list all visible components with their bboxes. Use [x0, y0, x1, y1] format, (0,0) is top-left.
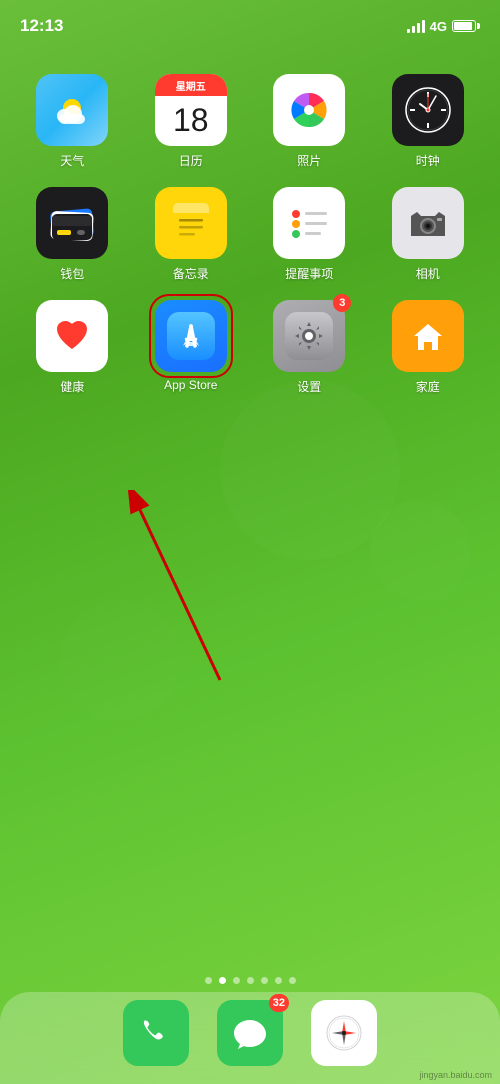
- dock-item-safari[interactable]: [311, 1000, 377, 1066]
- health-label: 健康: [60, 378, 84, 395]
- weather-icon: [36, 74, 108, 146]
- safari-icon: [311, 1000, 377, 1066]
- dock-item-phone[interactable]: [123, 1000, 189, 1066]
- app-item-settings[interactable]: 3 设: [255, 300, 364, 395]
- app-item-camera[interactable]: 相机: [374, 187, 483, 282]
- wallet-icon: [36, 187, 108, 259]
- page-dot-4[interactable]: [261, 977, 268, 984]
- phone-icon: [123, 1000, 189, 1066]
- app-grid: 天气 星期五 18 日历 照片: [0, 54, 500, 395]
- reminders-icon: [273, 187, 345, 259]
- dock-item-messages[interactable]: 32: [217, 1000, 283, 1066]
- app-item-reminders[interactable]: 提醒事项: [255, 187, 364, 282]
- network-type: 4G: [430, 19, 447, 34]
- app-item-wallet[interactable]: 钱包: [18, 187, 127, 282]
- page-dot-2[interactable]: [233, 977, 240, 984]
- appstore-icon: [155, 300, 227, 372]
- app-item-photos[interactable]: 照片: [255, 74, 364, 169]
- page-dot-5[interactable]: [275, 977, 282, 984]
- health-icon: [36, 300, 108, 372]
- status-bar: 12:13 4G: [0, 0, 500, 44]
- calendar-label: 日历: [179, 152, 203, 169]
- home-icon: [392, 300, 464, 372]
- messages-icon: 32: [217, 1000, 283, 1066]
- app-item-clock[interactable]: 时钟: [374, 74, 483, 169]
- photos-label: 照片: [297, 152, 321, 169]
- status-time: 12:13: [20, 16, 63, 36]
- battery-icon: [452, 20, 480, 32]
- page-dot-0[interactable]: [205, 977, 212, 984]
- settings-icon: 3: [273, 300, 345, 372]
- notes-label: 备忘录: [173, 265, 209, 282]
- clock-icon: [392, 74, 464, 146]
- status-icons: 4G: [407, 19, 480, 34]
- weather-label: 天气: [60, 152, 84, 169]
- app-item-home[interactable]: 家庭: [374, 300, 483, 395]
- reminders-label: 提醒事项: [285, 265, 333, 282]
- app-item-calendar[interactable]: 星期五 18 日历: [137, 74, 246, 169]
- page-dots: [0, 977, 500, 984]
- page-dot-1[interactable]: [219, 977, 226, 984]
- appstore-label: App Store: [164, 378, 217, 392]
- page-dot-3[interactable]: [247, 977, 254, 984]
- app-item-health[interactable]: 健康: [18, 300, 127, 395]
- app-item-appstore[interactable]: App Store: [137, 300, 246, 395]
- photos-icon: [273, 74, 345, 146]
- calendar-header: 星期五: [155, 74, 227, 96]
- settings-label: 设置: [297, 378, 321, 395]
- page-dot-6[interactable]: [289, 977, 296, 984]
- camera-label: 相机: [416, 265, 440, 282]
- notes-icon: [155, 187, 227, 259]
- home-label: 家庭: [416, 378, 440, 395]
- messages-badge: 32: [269, 994, 289, 1012]
- watermark: jingyan.baidu.com: [419, 1070, 492, 1080]
- calendar-date: 18: [173, 103, 209, 138]
- arrow-annotation: [100, 490, 240, 690]
- app-item-notes[interactable]: 备忘录: [137, 187, 246, 282]
- wallet-label: 钱包: [60, 265, 84, 282]
- app-item-weather[interactable]: 天气: [18, 74, 127, 169]
- clock-label: 时钟: [416, 152, 440, 169]
- calendar-icon: 星期五 18: [155, 74, 227, 146]
- camera-icon: [392, 187, 464, 259]
- settings-badge: 3: [333, 294, 351, 312]
- signal-bars-icon: [407, 19, 425, 33]
